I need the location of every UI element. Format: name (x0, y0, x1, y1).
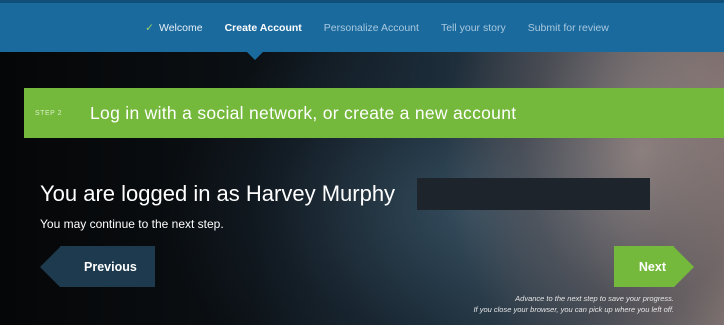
previous-arrow-shape (40, 246, 60, 287)
save-progress-hint: Advance to the next step to save your pr… (473, 293, 674, 315)
nav-item-welcome[interactable]: ✓ Welcome (145, 22, 202, 34)
continue-message: You may continue to the next step. (40, 217, 224, 231)
nav-item-tell-your-story[interactable]: Tell your story (441, 22, 506, 34)
next-button-label: Next (614, 246, 674, 287)
previous-button-label: Previous (60, 246, 155, 287)
check-icon: ✓ (145, 21, 154, 34)
hint-line-2: If you close your browser, you can pick … (473, 305, 674, 314)
logged-in-message: You are logged in as Harvey Murphy (40, 181, 396, 206)
active-step-pointer (247, 52, 263, 60)
next-arrow-shape (674, 246, 694, 287)
step-title: Log in with a social network, or create … (90, 102, 517, 123)
nav-item-label: Welcome (158, 21, 203, 34)
logged-in-row: You are logged in as Harvey Murphy (40, 178, 395, 210)
nav-item-create-account[interactable]: Create Account (225, 22, 302, 34)
nav-item-submit-for-review[interactable]: Submit for review (528, 22, 609, 34)
nav-items: ✓ Welcome Create Account Personalize Acco… (0, 3, 724, 52)
redacted-block (417, 178, 650, 210)
nav-item-personalize-account[interactable]: Personalize Account (324, 22, 419, 34)
previous-button[interactable]: Previous (40, 246, 155, 287)
step-number: STEP 2 (35, 109, 62, 117)
step-banner: STEP 2 Log in with a social network, or … (24, 88, 724, 138)
progress-nav: ✓ Welcome Create Account Personalize Acco… (0, 0, 724, 60)
next-button[interactable]: Next (614, 246, 694, 287)
hint-line-1: Advance to the next step to save your pr… (515, 294, 674, 303)
